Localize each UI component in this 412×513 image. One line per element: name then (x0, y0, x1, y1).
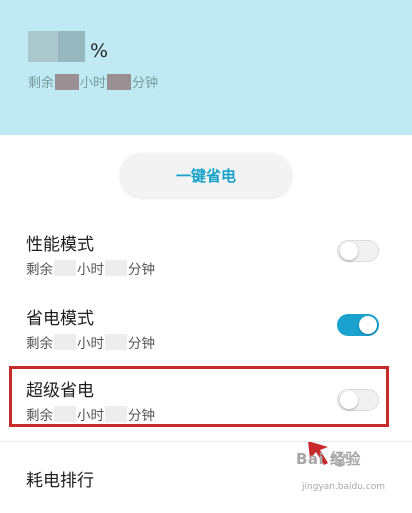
one-click-save-button[interactable]: 一键省电 (120, 153, 292, 197)
mode-remaining-time: 剩余 小时 分钟 (26, 332, 155, 352)
baidu-watermark: Bai 经验 jingyan.baidu.com (296, 448, 408, 508)
minutes-masked (105, 260, 127, 276)
remaining-prefix: 剩余 (26, 336, 53, 352)
minutes-label: 分钟 (132, 76, 159, 91)
section-divider (0, 441, 412, 442)
mode-title: 性能模式 (26, 235, 94, 255)
battery-remaining-time: 剩余 小时 分钟 (28, 72, 158, 91)
minutes-masked (105, 334, 127, 350)
power-saving-mode-toggle[interactable] (337, 314, 379, 336)
one-click-save-label: 一键省电 (175, 166, 236, 185)
battery-header: % 剩余 小时 分钟 (0, 0, 412, 135)
battery-percent-masked (28, 31, 58, 62)
minutes-masked (107, 73, 132, 90)
hours-label: 小时 (77, 262, 104, 278)
performance-mode-toggle[interactable] (337, 240, 379, 262)
mode-remaining-time: 剩余 小时 分钟 (26, 258, 155, 278)
hours-masked (55, 73, 80, 90)
toggle-knob (340, 242, 358, 260)
minutes-label: 分钟 (128, 336, 155, 352)
percent-sign: % (90, 40, 109, 62)
remaining-prefix: 剩余 (28, 76, 55, 91)
hours-masked (54, 334, 76, 350)
toggle-knob (359, 316, 377, 334)
hours-masked (54, 260, 76, 276)
hours-label: 小时 (77, 336, 104, 352)
mode-title: 省电模式 (26, 309, 94, 329)
watermark-main: Bai 经验 (296, 450, 361, 468)
remaining-prefix: 剩余 (26, 262, 53, 278)
highlight-box (9, 366, 389, 427)
minutes-label: 分钟 (128, 262, 155, 278)
mode-row-performance[interactable]: 性能模式 剩余 小时 分钟 (0, 230, 412, 290)
watermark-url: jingyan.baidu.com (302, 482, 386, 492)
battery-percent-masked-2 (58, 31, 85, 62)
hours-label: 小时 (80, 76, 107, 91)
power-ranking-item[interactable]: 耗电排行 (26, 466, 94, 491)
mode-row-power-saving[interactable]: 省电模式 剩余 小时 分钟 (0, 304, 412, 364)
